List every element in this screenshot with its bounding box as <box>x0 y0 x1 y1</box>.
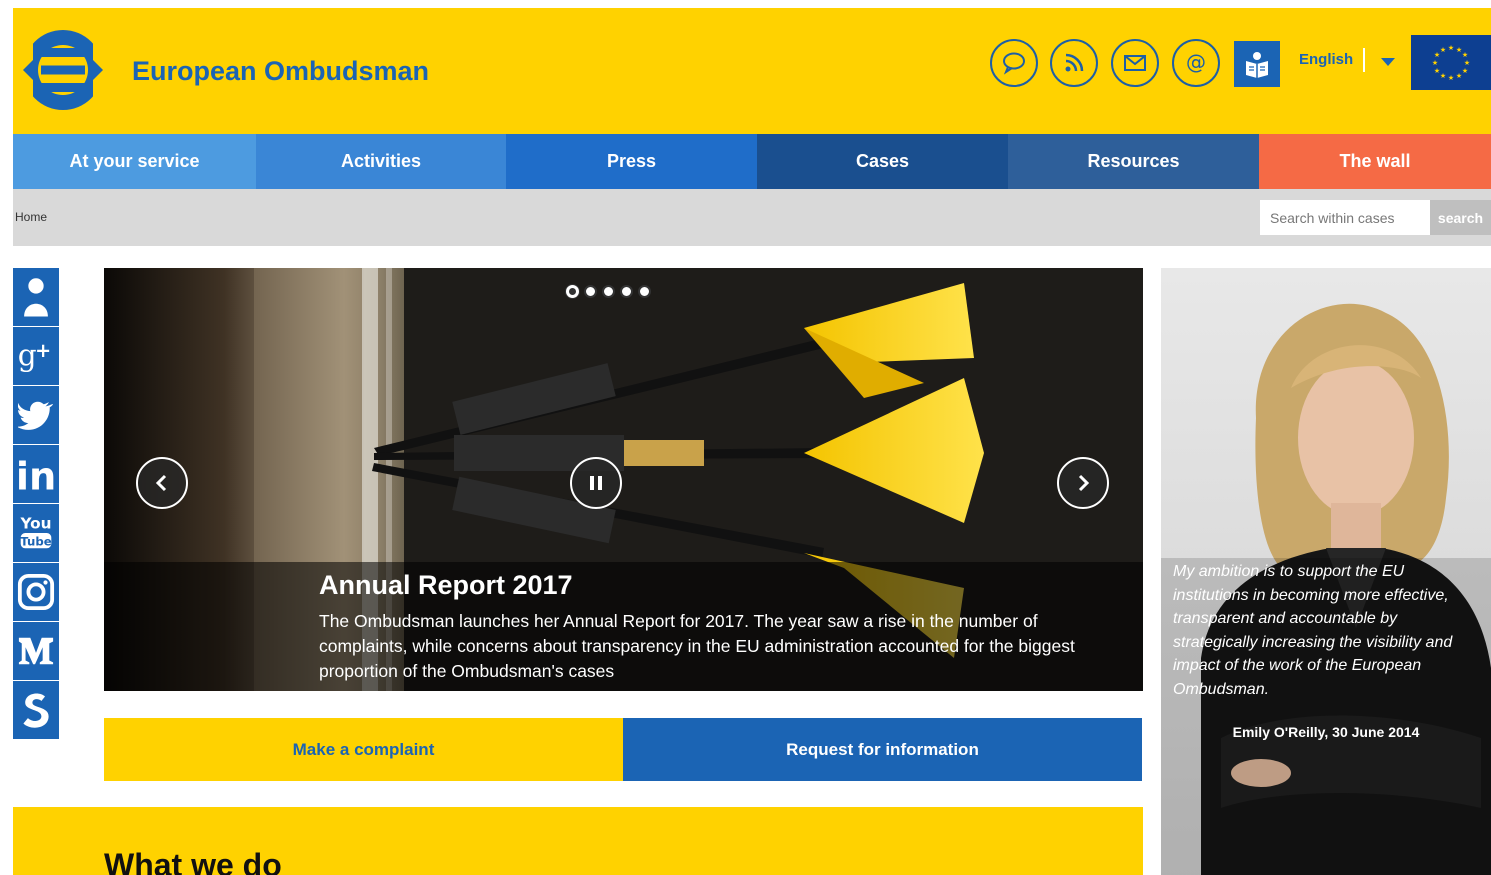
profile-icon[interactable] <box>13 268 59 326</box>
slide-dot[interactable] <box>602 285 615 298</box>
svg-text:@: @ <box>1186 50 1206 74</box>
eu-flag-icon: ★ ★ ★ ★ ★ ★ ★ ★ ★ ★ ★ ★ <box>1411 35 1491 90</box>
nav-activities[interactable]: Activities <box>256 134 506 189</box>
chevron-down-icon[interactable] <box>1381 58 1395 66</box>
rss-icon[interactable] <box>1050 39 1098 87</box>
svg-text:in: in <box>16 455 56 497</box>
google-plus-icon[interactable]: g + <box>13 327 59 385</box>
site-title[interactable]: European Ombudsman <box>132 56 429 87</box>
easy-read-icon[interactable] <box>1234 41 1280 87</box>
slider-next-button[interactable] <box>1057 457 1109 509</box>
slide-dot[interactable] <box>584 285 597 298</box>
youtube-icon[interactable]: You Tube <box>13 504 59 562</box>
what-we-do-section: What we do <box>13 807 1143 875</box>
linkedin-icon[interactable]: in <box>13 445 59 503</box>
ombudsman-logo-icon[interactable] <box>19 26 107 114</box>
svg-text:★: ★ <box>1440 72 1446 80</box>
slide-dot[interactable] <box>638 285 651 298</box>
medium-icon[interactable] <box>13 622 59 680</box>
chat-icon[interactable] <box>990 39 1038 87</box>
svg-text:Tube: Tube <box>20 535 51 549</box>
language-divider <box>1363 48 1365 72</box>
site-header: European Ombudsman @ English ★ ★ ★ ★ ★ ★ ★ ★ ★… <box>13 8 1491 134</box>
nav-resources[interactable]: Resources <box>1008 134 1259 189</box>
scribd-icon[interactable] <box>13 681 59 739</box>
nav-at-your-service[interactable]: At your service <box>13 134 256 189</box>
slide-description: The Ombudsman launches her Annual Report… <box>319 611 1075 681</box>
svg-text:★: ★ <box>1448 44 1454 52</box>
main-navigation: At your service Activities Press Cases R… <box>13 134 1491 189</box>
svg-text:★: ★ <box>1440 46 1446 54</box>
pause-icon <box>590 476 602 490</box>
slider-pause-button[interactable] <box>570 457 622 509</box>
request-information-button[interactable]: Request for information <box>623 718 1142 781</box>
slide-dot[interactable] <box>566 285 579 298</box>
svg-text:★: ★ <box>1432 59 1438 67</box>
at-icon[interactable]: @ <box>1172 39 1220 87</box>
twitter-icon[interactable] <box>13 386 59 444</box>
make-complaint-button[interactable]: Make a complaint <box>104 718 623 781</box>
ombudsman-portrait: My ambition is to support the EU institu… <box>1161 268 1491 875</box>
svg-text:+: + <box>35 339 51 362</box>
search-button[interactable]: search <box>1430 200 1491 235</box>
social-sidebar: g + in You Tube <box>13 268 59 740</box>
nav-the-wall[interactable]: The wall <box>1259 134 1491 189</box>
svg-text:★: ★ <box>1448 74 1454 82</box>
instagram-icon[interactable] <box>13 563 59 621</box>
svg-text:★: ★ <box>1434 67 1440 75</box>
svg-text:★: ★ <box>1462 51 1468 59</box>
mail-icon[interactable] <box>1111 39 1159 87</box>
breadcrumb-home[interactable]: Home <box>15 210 47 224</box>
svg-text:★: ★ <box>1456 72 1462 80</box>
svg-text:You: You <box>19 515 51 533</box>
language-selector[interactable]: English <box>1299 51 1353 68</box>
search-input[interactable] <box>1260 200 1430 235</box>
svg-text:★: ★ <box>1464 59 1470 67</box>
slider-prev-button[interactable] <box>136 457 188 509</box>
breadcrumb: Home search <box>13 189 1491 246</box>
ombudsman-quote: My ambition is to support the EU institu… <box>1173 563 1453 698</box>
svg-text:g: g <box>18 339 37 373</box>
nav-press[interactable]: Press <box>506 134 757 189</box>
what-we-do-heading: What we do <box>104 847 282 875</box>
slide-title[interactable]: Annual Report 2017 <box>319 570 573 601</box>
hero-slider[interactable]: Annual Report 2017 The Ombudsman launche… <box>104 268 1143 691</box>
slide-caption: Annual Report 2017 The Ombudsman launche… <box>104 562 1143 691</box>
svg-text:★: ★ <box>1462 67 1468 75</box>
slider-dots <box>566 285 662 311</box>
nav-cases[interactable]: Cases <box>757 134 1008 189</box>
chevron-right-icon <box>1078 474 1090 492</box>
slide-dot[interactable] <box>620 285 633 298</box>
quote-signature: Emily O'Reilly, 30 June 2014 <box>1232 724 1420 740</box>
chevron-left-icon <box>155 474 167 492</box>
